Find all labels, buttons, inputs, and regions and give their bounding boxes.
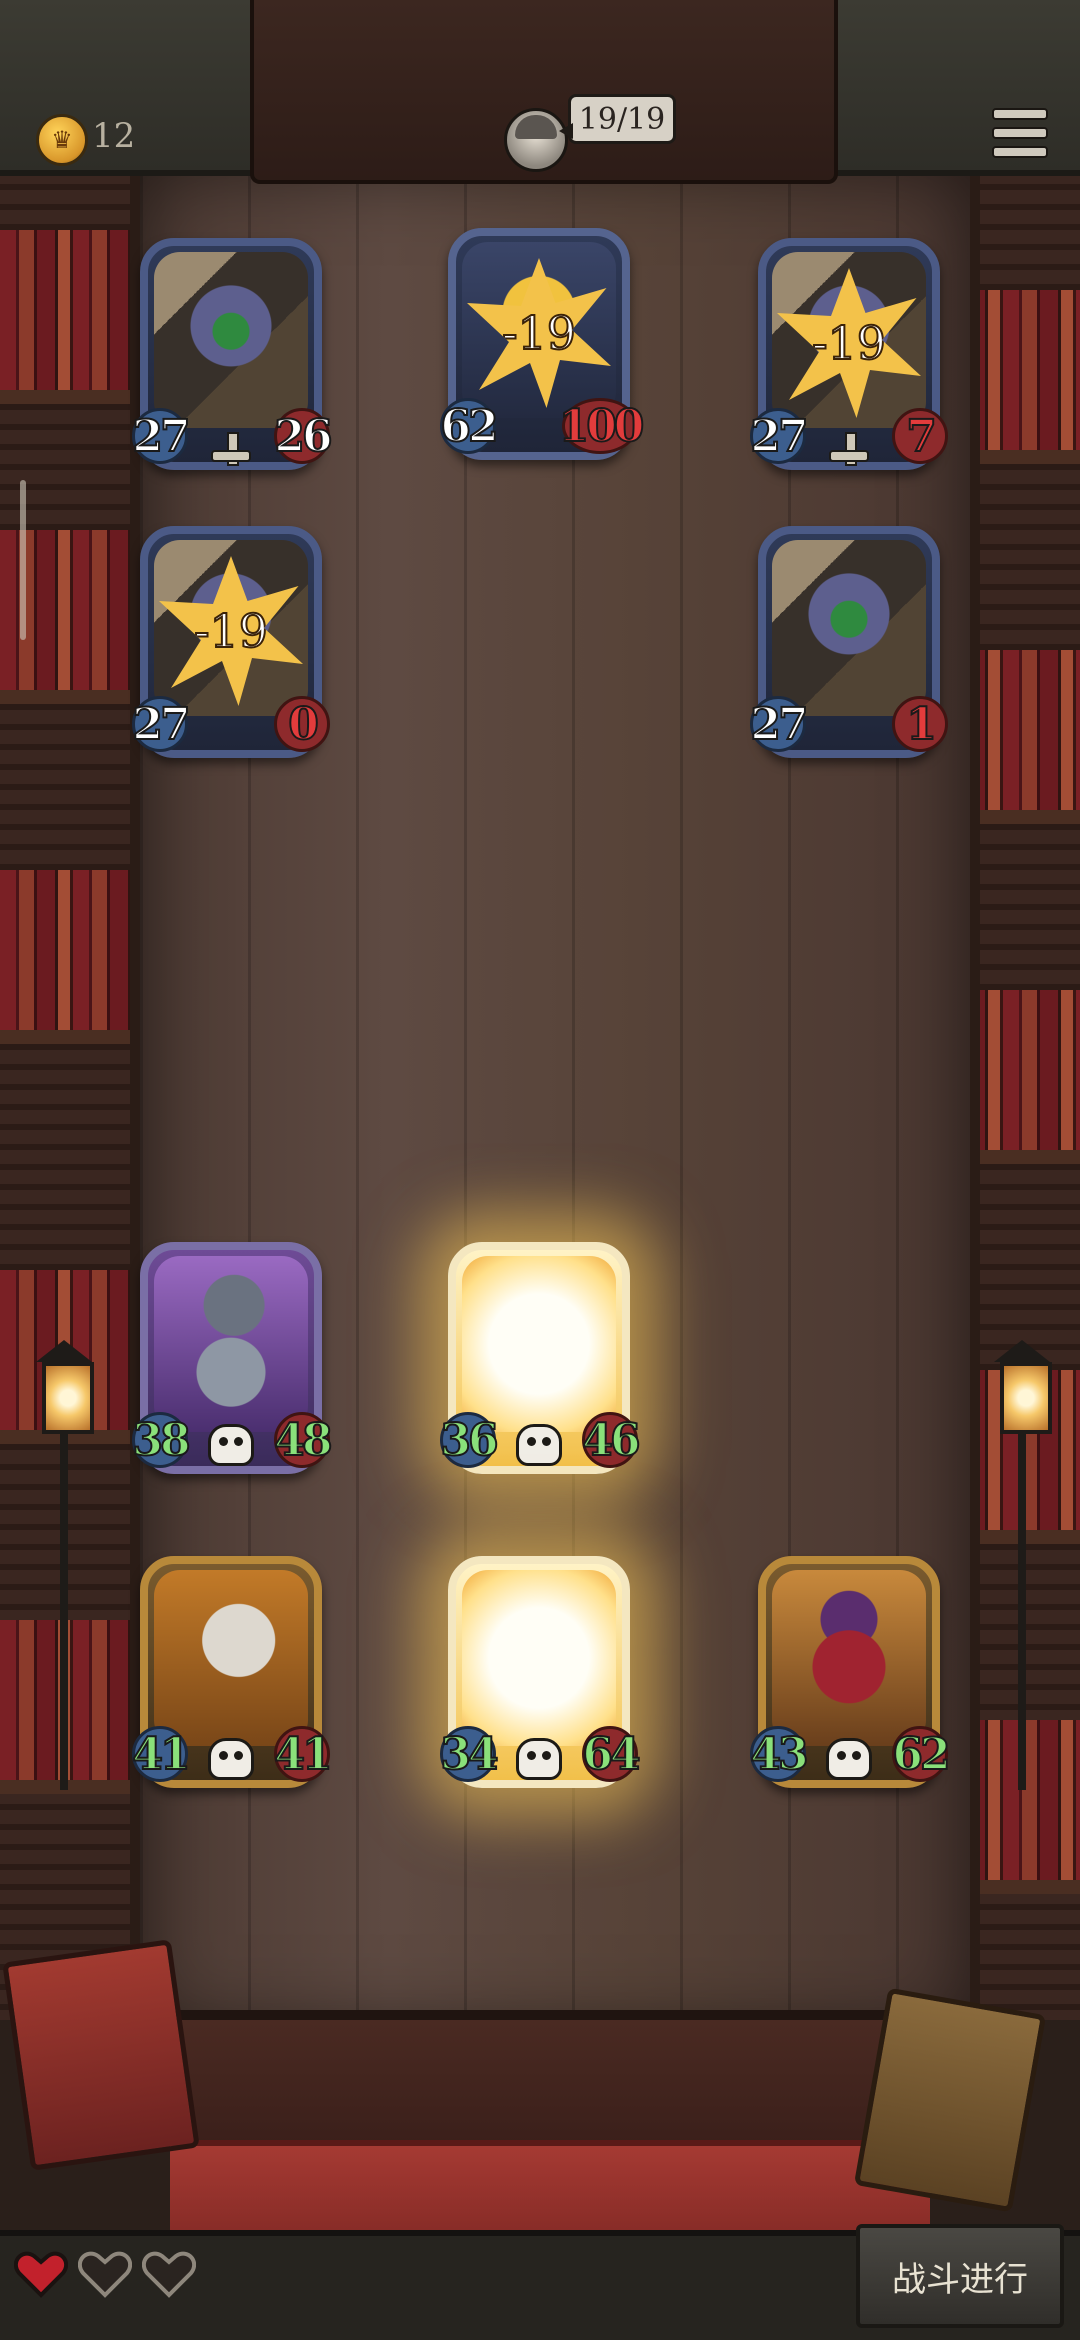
skull-icon: [826, 1738, 872, 1780]
skull-icon-wrap: [206, 1738, 256, 1780]
enemy-card-1[interactable]: 27 26: [131, 238, 334, 470]
left-lamp: [32, 1340, 96, 1790]
attack-badge: 27: [749, 696, 810, 752]
ally-card-glowing-2[interactable]: 34 64: [439, 1556, 642, 1788]
heart-full-icon: [13, 2250, 69, 2298]
attack-badge: 34: [439, 1726, 500, 1782]
skull-icon: [516, 1424, 562, 1466]
scroll-indicator[interactable]: [20, 480, 26, 640]
attack-badge: 41: [131, 1726, 192, 1782]
damage-value: -19: [193, 603, 269, 659]
ally-card-chef[interactable]: 41 41: [131, 1556, 334, 1788]
lives-display: [13, 2250, 197, 2298]
monster-art: [772, 540, 926, 716]
enemy-card-4[interactable]: -19 27 0: [131, 526, 330, 758]
skull-icon: [516, 1738, 562, 1780]
menu-line-icon: [992, 146, 1048, 158]
attack-badge: 43: [749, 1726, 810, 1782]
player-hp-bubble: 19/19: [559, 94, 676, 144]
attack-badge: 27: [131, 696, 192, 752]
glowing-art: [462, 1256, 616, 1432]
skull-icon-wrap: [206, 1424, 256, 1466]
damage-value: -19: [501, 305, 577, 361]
robot-art: [154, 1256, 308, 1432]
heart-empty-icon: [77, 2250, 133, 2298]
health-badge: 64: [581, 1726, 642, 1782]
damage-value: -19: [811, 315, 887, 371]
crown-coin-icon: ♛: [36, 114, 88, 166]
monster-art: [154, 252, 308, 428]
anchor-icon-wrap: [824, 422, 874, 466]
health-badge: 46: [581, 1412, 642, 1468]
health-badge: 100: [558, 398, 645, 454]
brown-book: [853, 1987, 1047, 2213]
heart-empty-icon: [141, 2250, 197, 2298]
skull-icon: [208, 1424, 254, 1466]
ally-card-glowing-1[interactable]: 36 46: [439, 1242, 642, 1474]
anchor-icon: [829, 432, 869, 466]
health-badge: 26: [273, 408, 334, 464]
game-screen: ♛ 12 19/19 27 26 -19 62 100 -19 27 7 -19…: [0, 0, 1080, 2340]
red-book: [2, 1939, 200, 2171]
skull-icon-wrap: [514, 1424, 564, 1466]
enemy-card-3[interactable]: -19 27 7: [749, 238, 948, 470]
attack-badge: 36: [439, 1412, 500, 1468]
health-badge: 62: [891, 1726, 952, 1782]
health-badge: 41: [273, 1726, 334, 1782]
health-badge: 0: [274, 696, 330, 752]
board-step: [130, 2010, 960, 2150]
skull-icon-wrap: [824, 1738, 874, 1780]
coin-count: 12: [92, 116, 136, 156]
glowing-art: [462, 1570, 616, 1746]
enemy-card-5[interactable]: 27 1: [749, 526, 948, 758]
ally-card-jester[interactable]: 43 62: [749, 1556, 952, 1788]
anchor-icon-wrap: [206, 422, 256, 466]
boss-card[interactable]: -19 62 100: [439, 228, 645, 460]
anchor-icon: [211, 432, 251, 466]
player-avatar[interactable]: [504, 108, 568, 172]
jester-art: [772, 1570, 926, 1746]
attack-badge: 62: [439, 398, 500, 454]
ally-card-robot[interactable]: 38 48: [131, 1242, 334, 1474]
attack-badge: 27: [131, 408, 192, 464]
menu-button[interactable]: [992, 108, 1048, 158]
health-badge: 7: [892, 408, 948, 464]
menu-line-icon: [992, 108, 1048, 120]
attack-badge: 38: [131, 1412, 192, 1468]
left-bookshelf: [0, 170, 150, 2020]
skull-icon-wrap: [514, 1738, 564, 1780]
battle-in-progress-button[interactable]: 战斗进行: [856, 2224, 1064, 2328]
chef-art: [154, 1570, 308, 1746]
right-lamp: [990, 1340, 1054, 1790]
menu-line-icon: [992, 127, 1048, 139]
health-badge: 48: [273, 1412, 334, 1468]
attack-badge: 27: [749, 408, 810, 464]
health-badge: 1: [892, 696, 948, 752]
skull-icon: [208, 1738, 254, 1780]
